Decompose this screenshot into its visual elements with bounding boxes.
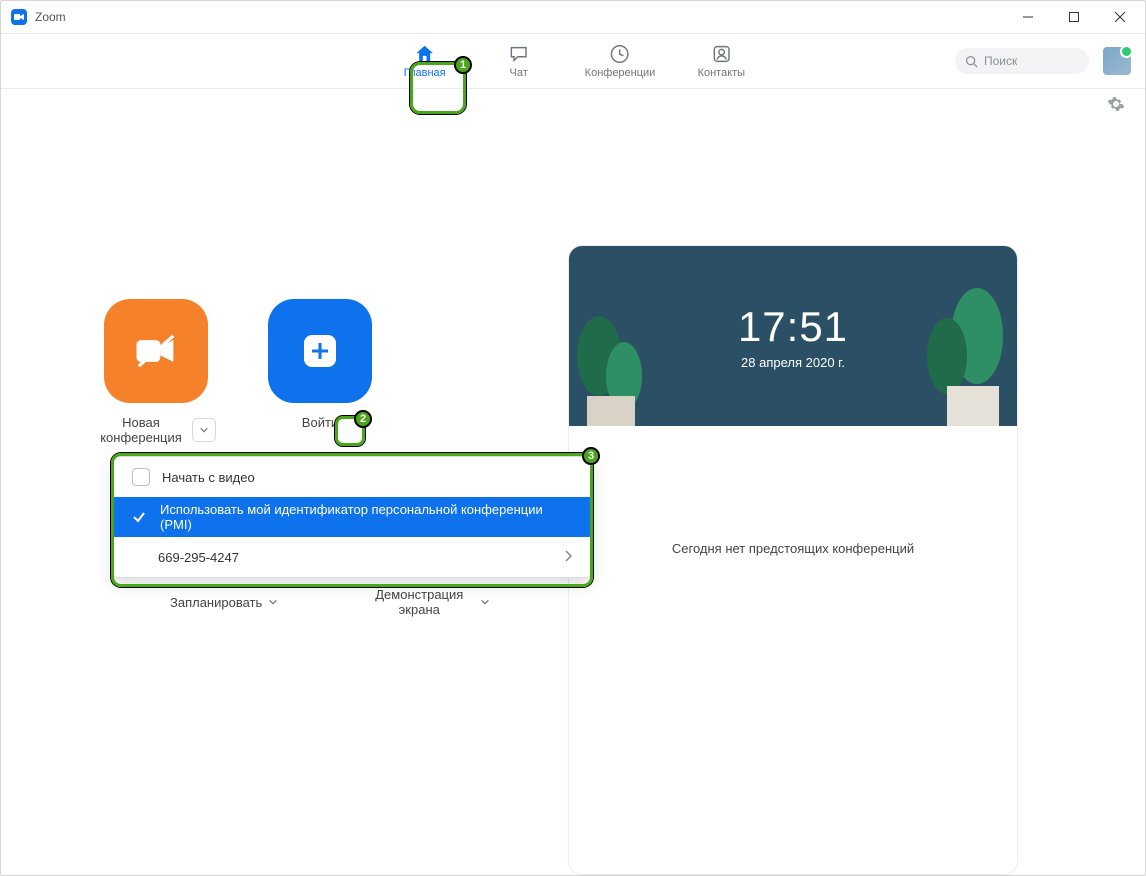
tile-schedule[interactable]: Запланировать	[170, 587, 278, 617]
option-label: Использовать мой идентификатор персональ…	[160, 502, 572, 532]
zoom-logo-icon	[11, 9, 27, 25]
meetings-card: 17:51 28 апреля 2020 г. Сегодня нет пред…	[568, 245, 1018, 875]
chevron-down-icon	[480, 597, 490, 607]
chevron-down-icon	[268, 597, 278, 607]
option-use-pmi[interactable]: Использовать мой идентификатор персональ…	[114, 497, 590, 537]
clock-icon	[609, 43, 631, 65]
nav-tabs: Главная Чат Конференции Контакты	[397, 34, 750, 88]
settings-icon[interactable]	[1107, 95, 1125, 113]
card-header: 17:51 28 апреля 2020 г.	[569, 246, 1017, 426]
contacts-icon	[710, 43, 732, 65]
annotation-badge: 2	[354, 410, 372, 428]
search-placeholder: Поиск	[984, 54, 1017, 68]
current-date: 28 апреля 2020 г.	[741, 355, 845, 370]
titlebar: Zoom	[1, 1, 1145, 33]
tab-label: Конференции	[585, 67, 656, 79]
tab-label: Чат	[510, 67, 528, 79]
current-time: 17:51	[738, 303, 848, 351]
annotation-badge: 1	[454, 56, 472, 74]
video-off-icon	[130, 325, 182, 377]
tab-label: Главная	[404, 67, 446, 79]
tile-new-meeting: Новая конференция	[81, 299, 231, 445]
plant-decor-icon	[569, 296, 669, 426]
home-icon	[414, 43, 436, 65]
option-start-with-video[interactable]: Начать с видео	[114, 457, 590, 497]
top-nav: Главная Чат Конференции Контакты Поиск	[1, 33, 1145, 89]
pmi-number: 669-295-4247	[158, 550, 239, 565]
minimize-button[interactable]	[1005, 1, 1051, 33]
checkbox-unchecked-icon	[132, 468, 150, 486]
join-button[interactable]	[268, 299, 372, 403]
tab-contacts[interactable]: Контакты	[693, 34, 749, 88]
option-pmi-number[interactable]: 669-295-4247	[114, 537, 590, 577]
search-icon	[965, 55, 978, 68]
tab-conferences[interactable]: Конференции	[585, 34, 656, 88]
maximize-button[interactable]	[1051, 1, 1097, 33]
tab-chat[interactable]: Чат	[491, 34, 547, 88]
card-body: Сегодня нет предстоящих конференций	[569, 426, 1017, 670]
checkmark-icon	[132, 510, 146, 524]
new-meeting-dropdown: Начать с видео Использовать мой идентифи…	[113, 456, 591, 578]
plant-decor-icon	[907, 276, 1017, 426]
plus-icon	[298, 329, 342, 373]
chevron-down-icon	[199, 425, 209, 435]
tile-label: Запланировать	[170, 595, 262, 610]
tile-label: Демонстрация экрана	[364, 587, 474, 617]
search-input[interactable]: Поиск	[955, 48, 1089, 74]
option-label: Начать с видео	[162, 470, 255, 485]
tile-join: Войти	[245, 299, 395, 445]
tile-label: Войти	[302, 415, 338, 430]
close-button[interactable]	[1097, 1, 1143, 33]
annotation-badge: 3	[582, 447, 600, 465]
tab-label: Контакты	[698, 67, 746, 79]
window-title: Zoom	[35, 10, 66, 24]
tile-label: Новая конференция	[96, 415, 186, 445]
tile-share-screen[interactable]: Демонстрация экрана	[364, 587, 490, 617]
window-controls	[1005, 1, 1143, 33]
new-meeting-button[interactable]	[104, 299, 208, 403]
chevron-right-icon	[564, 550, 572, 565]
sub-toolbar	[1, 89, 1145, 119]
app-window: Zoom Главная Чат Конференции Контакты	[0, 0, 1146, 876]
new-meeting-dropdown-button[interactable]	[192, 418, 216, 442]
tab-home[interactable]: Главная	[397, 34, 453, 88]
no-meetings-text: Сегодня нет предстоящих конференций	[672, 541, 914, 556]
user-avatar[interactable]	[1103, 47, 1131, 75]
chat-icon	[508, 43, 530, 65]
